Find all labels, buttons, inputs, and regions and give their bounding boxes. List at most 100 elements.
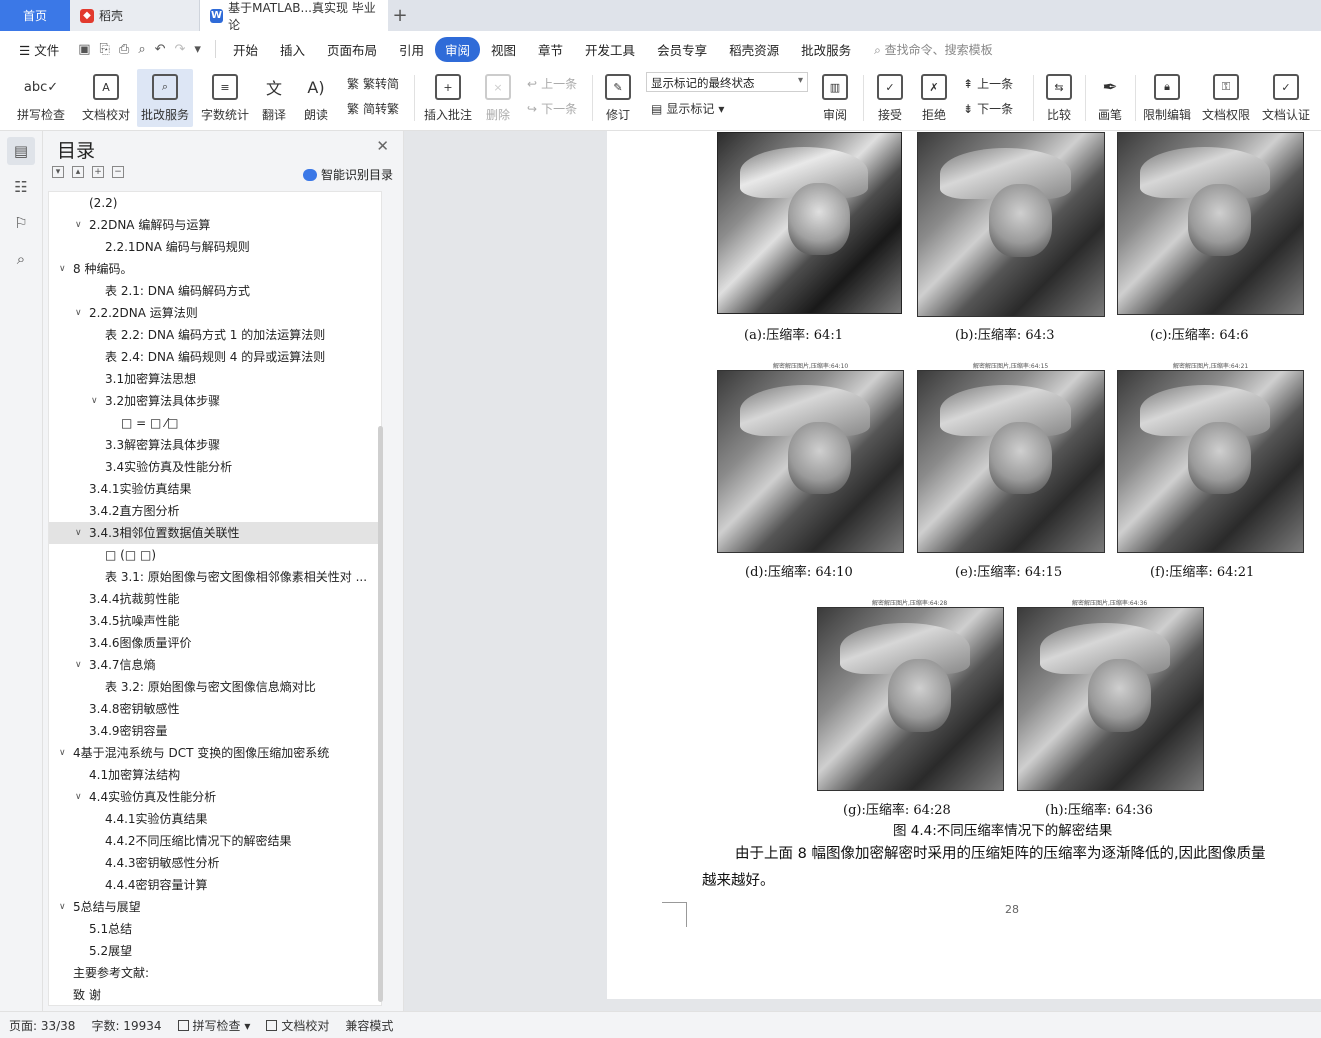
chevron-down-icon[interactable]: ∨ xyxy=(75,654,82,676)
toc-item[interactable]: (2.2) xyxy=(49,192,381,214)
chevron-down-icon[interactable]: ∨ xyxy=(75,786,82,808)
menu-daoke-resources[interactable]: 稻壳资源 xyxy=(718,40,790,59)
tab-document[interactable]: W 基于MATLAB...真实现 毕业论 xyxy=(200,0,388,32)
insert-comment-button[interactable]: + 插入批注 xyxy=(422,69,474,127)
toc-item[interactable]: 表 2.2: DNA 编码方式 1 的加法运算法则 xyxy=(49,324,381,346)
toc-item[interactable]: 2.2.1DNA 编码与解码规则 xyxy=(49,236,381,258)
chevron-down-icon[interactable]: ∨ xyxy=(59,742,66,764)
toc-item[interactable]: 表 3.1: 原始图像与密文图像相邻像素相关性对 ... xyxy=(49,566,381,588)
prev-comment-button[interactable]: ↩ 上一条 xyxy=(527,75,577,92)
print-icon[interactable]: ⎙ xyxy=(119,42,129,57)
pen-button[interactable]: ✒ 画笔 xyxy=(1090,69,1130,127)
markup-state-select[interactable]: 显示标记的最终状态 xyxy=(646,72,808,92)
toc-item[interactable]: 表 3.2: 原始图像与密文图像信息熵对比 xyxy=(49,676,381,698)
simp-to-trad-button[interactable]: 繁简转繁 xyxy=(347,100,399,117)
read-aloud-button[interactable]: A) 朗读 xyxy=(297,69,335,127)
menu-review[interactable]: 审阅 xyxy=(435,36,481,62)
menu-references[interactable]: 引用 xyxy=(388,40,435,59)
toc-item[interactable]: 3.4.9密钥容量 xyxy=(49,720,381,742)
track-changes-button[interactable]: ✎ 修订 xyxy=(598,69,638,127)
file-menu[interactable]: ☰ 文件 xyxy=(8,40,70,59)
toc-item[interactable]: 3.4.6图像质量评价 xyxy=(49,632,381,654)
toc-item[interactable]: 表 2.1: DNA 编码解码方式 xyxy=(49,280,381,302)
proofread-status[interactable]: 文档校对 xyxy=(266,1017,329,1034)
menu-insert[interactable]: 插入 xyxy=(269,40,316,59)
undo-icon[interactable]: ↶ xyxy=(155,42,166,57)
toc-item[interactable]: ∨ 5总结与展望 xyxy=(49,896,381,918)
print-preview-icon[interactable]: ⌕ xyxy=(138,42,145,57)
restrict-editing-button[interactable]: 🔒︎ 限制编辑 xyxy=(1141,69,1193,127)
toc-item[interactable]: 4.4.1实验仿真结果 xyxy=(49,808,381,830)
spell-check-button[interactable]: abc✓ 拼写检查 xyxy=(10,69,72,127)
redo-icon[interactable]: ↷ xyxy=(175,42,186,57)
toc-item[interactable]: 3.1加密算法思想 xyxy=(49,368,381,390)
toc-item[interactable]: 主要参考文献: xyxy=(49,962,381,984)
toc-item[interactable]: 4.4.3密钥敏感性分析 xyxy=(49,852,381,874)
compare-button[interactable]: ⇆ 比较 xyxy=(1039,69,1079,127)
toc-item[interactable]: ∨ 2.2DNA 编解码与运算 xyxy=(49,214,381,236)
chevron-down-icon[interactable]: ∨ xyxy=(75,522,82,544)
customize-dropdown-icon[interactable]: ▾ xyxy=(194,42,201,57)
new-tab-button[interactable]: + xyxy=(388,0,412,31)
chevron-down-icon[interactable]: ∨ xyxy=(75,214,82,236)
accept-button[interactable]: ✓ 接受 xyxy=(870,69,910,127)
toc-item[interactable]: 4.4.2不同压缩比情况下的解密结果 xyxy=(49,830,381,852)
toc-item[interactable]: 5.2展望 xyxy=(49,940,381,962)
menu-developer[interactable]: 开发工具 xyxy=(574,40,646,59)
toc-item[interactable]: 3.4.2直方图分析 xyxy=(49,500,381,522)
chevron-down-icon[interactable]: ∨ xyxy=(75,302,82,324)
toc-item[interactable]: 3.4.5抗噪声性能 xyxy=(49,610,381,632)
collapse-up-icon[interactable]: ▴ xyxy=(72,166,84,178)
menu-chapter[interactable]: 章节 xyxy=(527,40,574,59)
toc-item[interactable]: ∨ 3.4.7信息熵 xyxy=(49,654,381,676)
toc-item[interactable]: 3.4.1实验仿真结果 xyxy=(49,478,381,500)
chevron-down-icon[interactable]: ∨ xyxy=(59,258,66,280)
delete-comment-button[interactable]: × 删除 xyxy=(478,69,518,127)
trad-to-simp-button[interactable]: 繁繁转简 xyxy=(347,75,399,92)
toc-item[interactable]: ∨ 8 种编码。 xyxy=(49,258,381,280)
toc-item[interactable]: 5.1总结 xyxy=(49,918,381,940)
collapse-all-icon[interactable]: − xyxy=(112,166,124,178)
menu-member[interactable]: 会员专享 xyxy=(646,40,718,59)
next-comment-button[interactable]: ↪ 下一条 xyxy=(527,100,577,117)
next-change-button[interactable]: ⇟ 下一条 xyxy=(963,100,1013,117)
expand-all-icon[interactable]: + xyxy=(92,166,104,178)
toc-item[interactable]: ∨ 2.2.2DNA 运算法则 xyxy=(49,302,381,324)
toc-item[interactable]: □ (□ □) xyxy=(49,544,381,566)
toc-item[interactable]: ∨ 4基于混沌系统与 DCT 变换的图像压缩加密系统 xyxy=(49,742,381,764)
toc-item[interactable]: 4.1加密算法结构 xyxy=(49,764,381,786)
toc-scrollbar[interactable] xyxy=(378,426,383,1002)
close-icon[interactable]: ✕ xyxy=(376,137,389,155)
page-indicator[interactable]: 页面: 33/38 xyxy=(9,1017,75,1034)
tab-daoke[interactable]: ◆ 稻壳 xyxy=(70,0,200,31)
expand-down-icon[interactable]: ▾ xyxy=(52,166,64,178)
toc-item[interactable]: 3.4实验仿真及性能分析 xyxy=(49,456,381,478)
spell-check-status[interactable]: 拼写检查 ▾ xyxy=(177,1017,250,1034)
prev-change-button[interactable]: ⇞ 上一条 xyxy=(963,75,1013,92)
menu-page-layout[interactable]: 页面布局 xyxy=(316,40,388,59)
toc-panel-icon[interactable]: ▤ xyxy=(7,137,35,165)
search-panel-icon[interactable]: ⌕ xyxy=(7,245,35,273)
toc-item[interactable]: ∨ 3.4.3相邻位置数据值关联性 xyxy=(49,522,381,544)
document-permission-button[interactable]: ⚿ 文档权限 xyxy=(1199,69,1253,127)
tab-home[interactable]: 首页 xyxy=(0,0,70,31)
reject-button[interactable]: ✗ 拒绝 xyxy=(914,69,954,127)
chevron-down-icon[interactable]: ∨ xyxy=(91,390,98,412)
menu-view[interactable]: 视图 xyxy=(480,40,527,59)
show-markup-button[interactable]: ▤ 显示标记 ▾ xyxy=(651,100,724,117)
toc-item[interactable]: ∨ 4.4实验仿真及性能分析 xyxy=(49,786,381,808)
toc-item[interactable]: □ = □ ⁄□ xyxy=(49,412,381,434)
word-count-button[interactable]: ≡ 字数统计 xyxy=(197,69,253,127)
save-icon[interactable]: ▣ xyxy=(78,42,90,57)
proofread-button[interactable]: A 文档校对 xyxy=(78,69,134,127)
toc-item[interactable]: 表 2.4: DNA 编码规则 4 的异或运算法则 xyxy=(49,346,381,368)
document-certify-button[interactable]: ✓ 文档认证 xyxy=(1258,69,1314,127)
bookmark-icon[interactable]: ⚐ xyxy=(7,209,35,237)
toc-item[interactable]: 4.4.4密钥容量计算 xyxy=(49,874,381,896)
smart-toc-button[interactable]: 智能识别目录 xyxy=(302,166,393,183)
word-count-indicator[interactable]: 字数: 19934 xyxy=(91,1017,161,1034)
menu-correction[interactable]: 批改服务 xyxy=(790,40,862,59)
correction-service-button[interactable]: ⌕ 批改服务 xyxy=(137,69,193,127)
toc-item[interactable]: 3.4.8密钥敏感性 xyxy=(49,698,381,720)
export-pdf-icon[interactable]: ⎘ xyxy=(100,42,110,57)
